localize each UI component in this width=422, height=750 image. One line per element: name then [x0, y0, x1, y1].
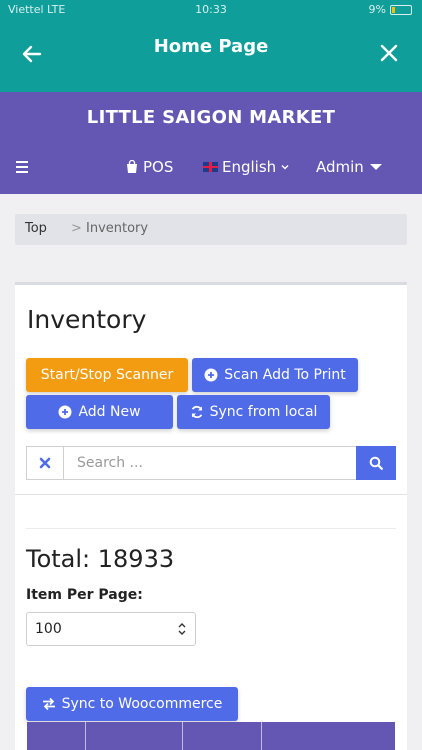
- chevron-down-icon: [281, 165, 289, 170]
- add-new-button[interactable]: Add New: [26, 395, 173, 429]
- pos-link[interactable]: POS: [125, 158, 173, 176]
- breadcrumb-separator: >: [71, 221, 82, 236]
- inventory-table-header: [27, 722, 395, 750]
- clear-x-icon: [39, 457, 51, 469]
- divider: [15, 494, 407, 495]
- scan-add-to-print-button[interactable]: Scan Add To Print: [192, 358, 358, 392]
- plus-circle-icon: [58, 405, 72, 419]
- status-right: 9%: [369, 3, 412, 16]
- page-title: Home Page: [153, 36, 269, 57]
- battery-percent: 9%: [368, 3, 386, 16]
- clock: 10:33: [195, 3, 227, 16]
- sync-to-woocommerce-label: Sync to Woocommerce: [61, 696, 223, 712]
- nav-row: POS English Admin: [0, 156, 422, 180]
- app-header: Home Page: [0, 22, 422, 92]
- plus-circle-icon: [204, 368, 218, 382]
- sync-from-local-button[interactable]: Sync from local: [177, 395, 330, 429]
- scan-add-to-print-label: Scan Add To Print: [224, 367, 346, 383]
- language-label: English: [222, 158, 277, 176]
- start-stop-scanner-label: Start/Stop Scanner: [40, 367, 174, 383]
- pos-label: POS: [143, 158, 174, 176]
- select-arrows-icon: [178, 623, 186, 635]
- add-new-label: Add New: [78, 404, 141, 420]
- table-header-cell: [183, 722, 262, 750]
- status-bar: Viettel LTE 10:33 9%: [0, 0, 422, 22]
- total-count: Total: 18933: [26, 545, 175, 573]
- caret-down-icon: [369, 164, 382, 170]
- battery-icon: [390, 4, 412, 15]
- table-header-cell: [27, 722, 86, 750]
- sync-from-local-label: Sync from local: [209, 404, 318, 420]
- search-input[interactable]: [65, 447, 357, 479]
- clear-search-button[interactable]: [27, 447, 64, 479]
- shopping-bag-icon: [127, 160, 137, 173]
- breadcrumb-top[interactable]: Top: [25, 221, 47, 236]
- hamburger-menu-icon[interactable]: [16, 161, 28, 173]
- exchange-icon: [42, 697, 55, 711]
- admin-dropdown[interactable]: Admin: [316, 158, 382, 176]
- items-per-page-label: Item Per Page:: [26, 587, 143, 603]
- store-navbar: LITTLE SAIGON MARKET POS English Admin: [0, 92, 422, 194]
- search-group: [26, 446, 396, 480]
- breadcrumb-current: Inventory: [86, 221, 149, 236]
- inventory-card: Inventory Start/Stop Scanner Scan Add To…: [15, 282, 407, 750]
- items-per-page-value: 100: [35, 621, 62, 637]
- sync-to-woocommerce-button[interactable]: Sync to Woocommerce: [26, 687, 238, 721]
- sync-icon: [191, 405, 202, 419]
- table-header-cell: [86, 722, 183, 750]
- breadcrumb: Top > Inventory: [15, 214, 407, 245]
- search-button[interactable]: [356, 446, 396, 480]
- language-dropdown[interactable]: English: [203, 158, 290, 176]
- admin-label: Admin: [316, 158, 364, 176]
- uk-flag-icon: [203, 162, 218, 172]
- start-stop-scanner-button[interactable]: Start/Stop Scanner: [26, 358, 188, 392]
- inventory-title: Inventory: [27, 305, 147, 334]
- close-icon[interactable]: [378, 42, 400, 64]
- search-icon: [369, 456, 383, 470]
- divider: [26, 528, 396, 529]
- items-per-page-select[interactable]: 100: [26, 612, 196, 646]
- store-name: LITTLE SAIGON MARKET: [86, 107, 336, 128]
